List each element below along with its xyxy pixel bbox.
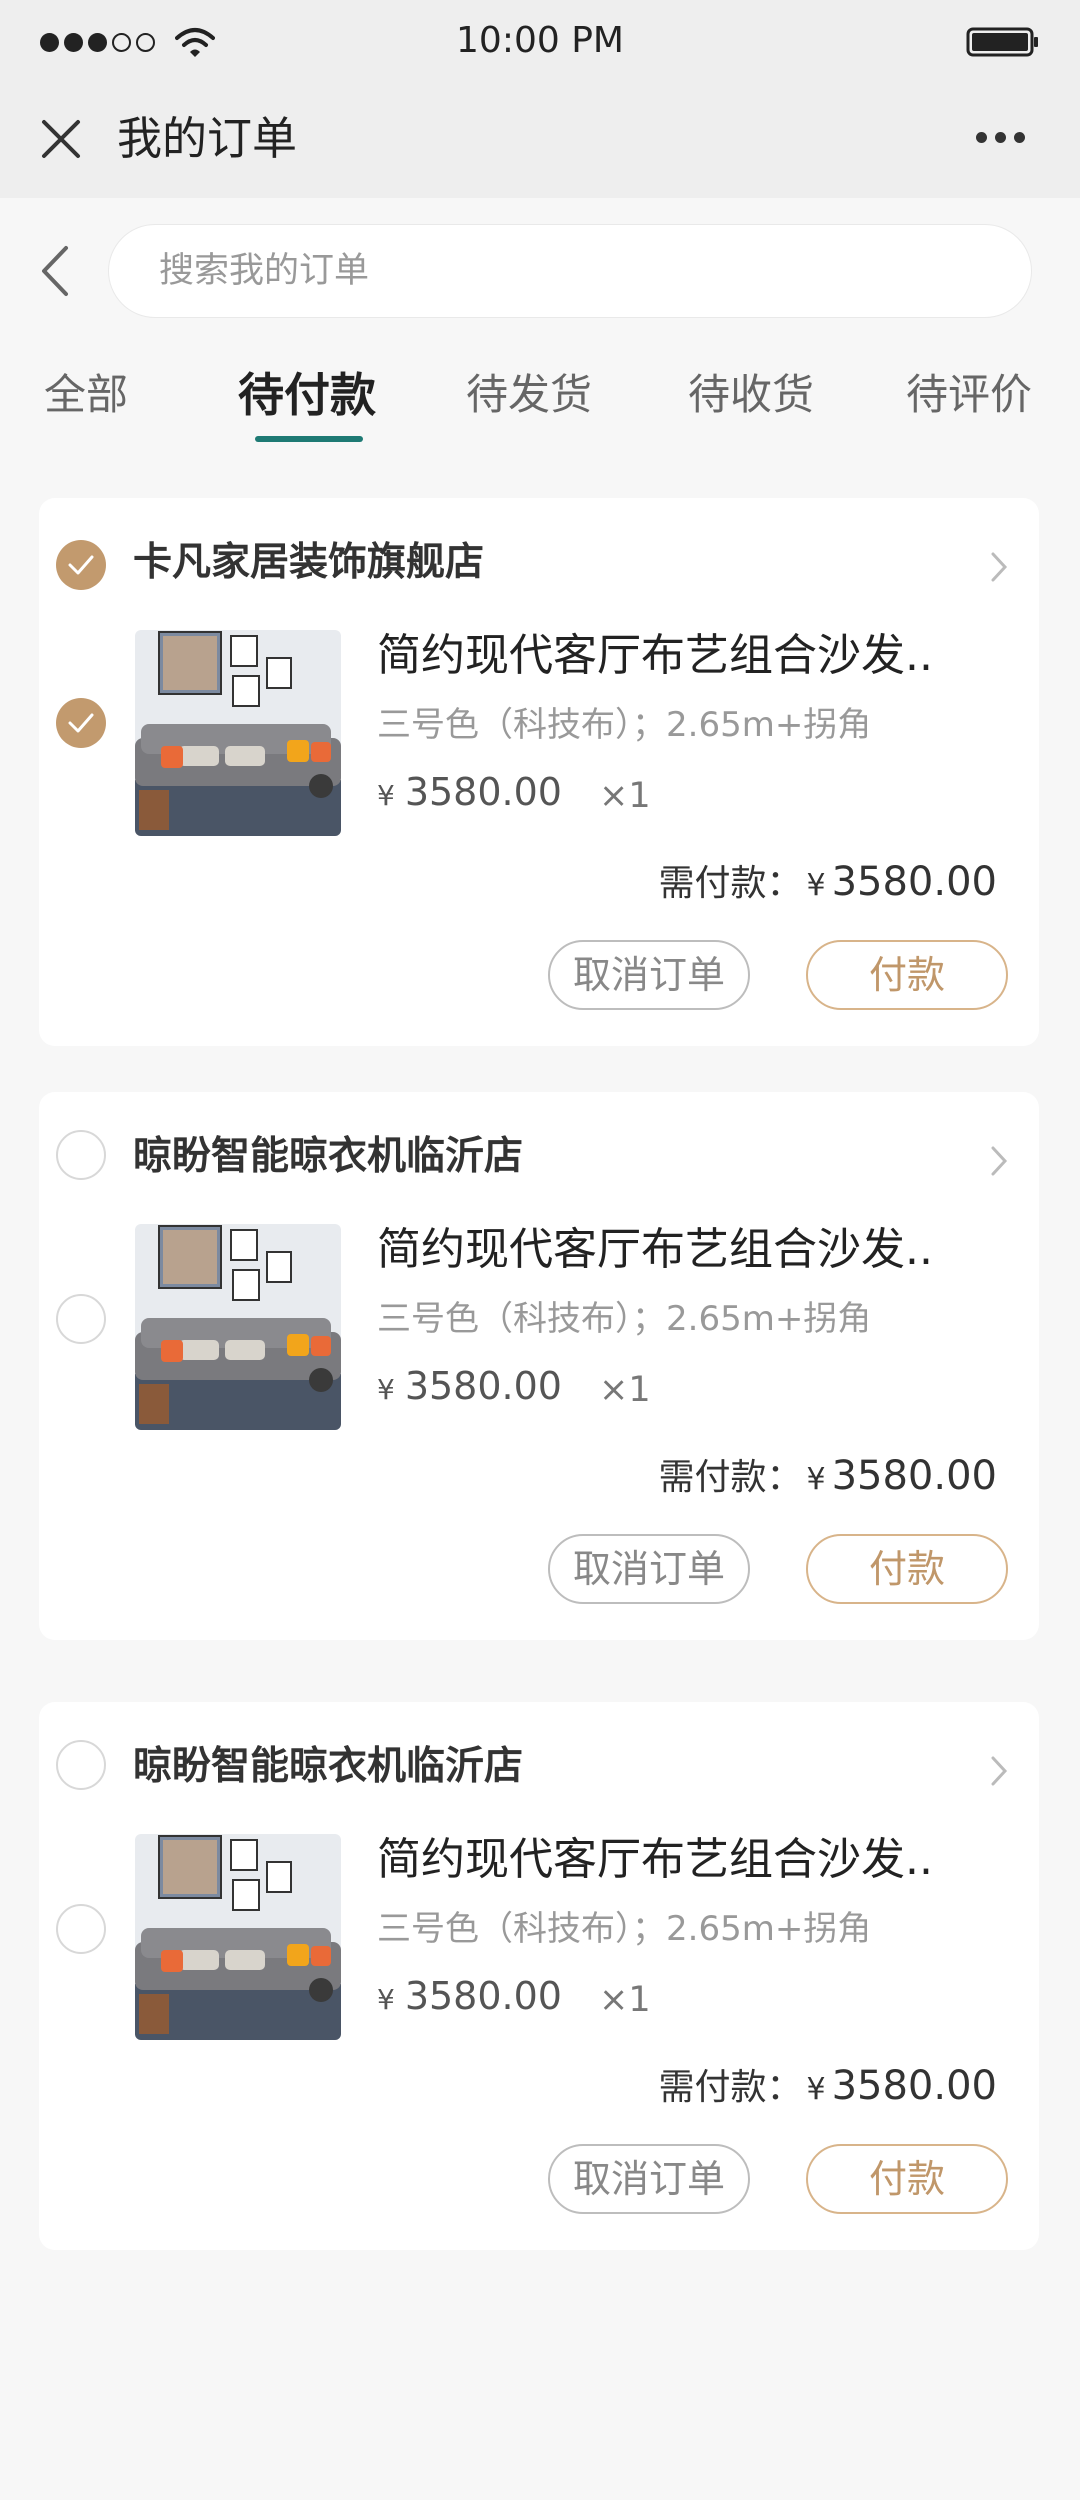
amount-due-value: 3580.00 xyxy=(831,859,997,905)
product-image[interactable] xyxy=(135,1224,341,1430)
currency-symbol: ¥ xyxy=(806,868,826,903)
amount-due-label: 需付款： xyxy=(658,863,803,904)
price-value: 3580.00 xyxy=(404,1974,562,2018)
product-image[interactable] xyxy=(135,1834,341,2040)
product-image[interactable] xyxy=(135,630,341,836)
currency-symbol: ¥ xyxy=(377,1983,395,2016)
search-placeholder: 搜索我的订单 xyxy=(159,251,370,291)
product-title[interactable]: 简约现代客厅布艺组合沙发.. xyxy=(377,626,933,686)
tab-indicator xyxy=(255,436,363,442)
app-header: 我的订单 xyxy=(0,84,1080,198)
amount-due-label: 需付款： xyxy=(658,1457,803,1498)
product-qty: ×1 xyxy=(599,1370,651,1410)
currency-symbol: ¥ xyxy=(377,1373,395,1406)
currency-symbol: ¥ xyxy=(806,1462,826,1497)
tab-pending-payment[interactable]: 待付款 xyxy=(238,360,376,430)
tab-pending-shipment[interactable]: 待发货 xyxy=(466,360,592,430)
battery-icon xyxy=(966,27,1038,57)
price-value: 3580.00 xyxy=(404,770,562,814)
chevron-left-icon[interactable] xyxy=(36,242,76,300)
pay-button[interactable]: 付款 xyxy=(806,1534,1008,1604)
amount-due: 需付款： ¥3580.00 xyxy=(658,854,997,914)
status-time: 10:00 PM xyxy=(456,20,624,61)
order-card: 卡凡家居装饰旗舰店 简约现代客厅布艺组合沙发.. 三号色（科技布）；2.65m+… xyxy=(39,498,1039,1046)
item-checkbox[interactable] xyxy=(56,1904,106,1954)
tab-pending-review[interactable]: 待评价 xyxy=(906,360,1032,430)
pay-button[interactable]: 付款 xyxy=(806,940,1008,1010)
tab-pending-receipt[interactable]: 待收货 xyxy=(688,360,814,430)
shop-checkbox[interactable] xyxy=(56,540,106,590)
item-checkbox[interactable] xyxy=(56,1294,106,1344)
shop-checkbox[interactable] xyxy=(56,1130,106,1180)
order-card: 晾盼智能晾衣机临沂店 简约现代客厅布艺组合沙发.. 三号色（科技布）；2.65m… xyxy=(39,1092,1039,1640)
more-dots-icon[interactable] xyxy=(976,132,1032,148)
shop-name[interactable]: 晾盼智能晾衣机临沂店 xyxy=(133,1742,523,1792)
chevron-right-icon[interactable] xyxy=(989,550,1009,584)
price-value: 3580.00 xyxy=(404,1364,562,1408)
amount-due-label: 需付款： xyxy=(658,2067,803,2108)
product-title[interactable]: 简约现代客厅布艺组合沙发.. xyxy=(377,1830,933,1890)
amount-due: 需付款： ¥3580.00 xyxy=(658,2058,997,2118)
cancel-order-button[interactable]: 取消订单 xyxy=(548,940,750,1010)
shop-name[interactable]: 晾盼智能晾衣机临沂店 xyxy=(133,1132,523,1182)
cancel-order-button[interactable]: 取消订单 xyxy=(548,2144,750,2214)
product-spec: 三号色（科技布）；2.65m+拐角 xyxy=(377,1909,872,1949)
order-card: 晾盼智能晾衣机临沂店 简约现代客厅布艺组合沙发.. 三号色（科技布）；2.65m… xyxy=(39,1702,1039,2250)
page-title: 我的订单 xyxy=(117,112,298,165)
product-qty: ×1 xyxy=(599,1980,651,2020)
chevron-right-icon[interactable] xyxy=(989,1144,1009,1178)
status-bar: 10:00 PM xyxy=(0,0,1080,84)
close-icon[interactable] xyxy=(36,114,86,164)
amount-due-value: 3580.00 xyxy=(831,2063,997,2109)
pay-button[interactable]: 付款 xyxy=(806,2144,1008,2214)
product-qty: ×1 xyxy=(599,776,651,816)
currency-symbol: ¥ xyxy=(806,2072,826,2107)
search-input[interactable]: 搜索我的订单 xyxy=(108,224,1032,318)
item-checkbox[interactable] xyxy=(56,698,106,748)
shop-name[interactable]: 卡凡家居装饰旗舰店 xyxy=(133,538,484,588)
product-price: ¥3580.00 xyxy=(377,1968,562,2028)
shop-checkbox[interactable] xyxy=(56,1740,106,1790)
product-title[interactable]: 简约现代客厅布艺组合沙发.. xyxy=(377,1220,933,1280)
order-tabs: 全部 待付款 待发货 待收货 待评价 xyxy=(0,360,1080,450)
product-spec: 三号色（科技布）；2.65m+拐角 xyxy=(377,705,872,745)
product-price: ¥3580.00 xyxy=(377,764,562,824)
top-bar: 10:00 PM 我的订单 xyxy=(0,0,1080,198)
product-price: ¥3580.00 xyxy=(377,1358,562,1418)
chevron-right-icon[interactable] xyxy=(989,1754,1009,1788)
product-spec: 三号色（科技布）；2.65m+拐角 xyxy=(377,1299,872,1339)
amount-due: 需付款： ¥3580.00 xyxy=(658,1448,997,1508)
tab-all[interactable]: 全部 xyxy=(44,360,128,430)
amount-due-value: 3580.00 xyxy=(831,1453,997,1499)
cancel-order-button[interactable]: 取消订单 xyxy=(548,1534,750,1604)
currency-symbol: ¥ xyxy=(377,779,395,812)
